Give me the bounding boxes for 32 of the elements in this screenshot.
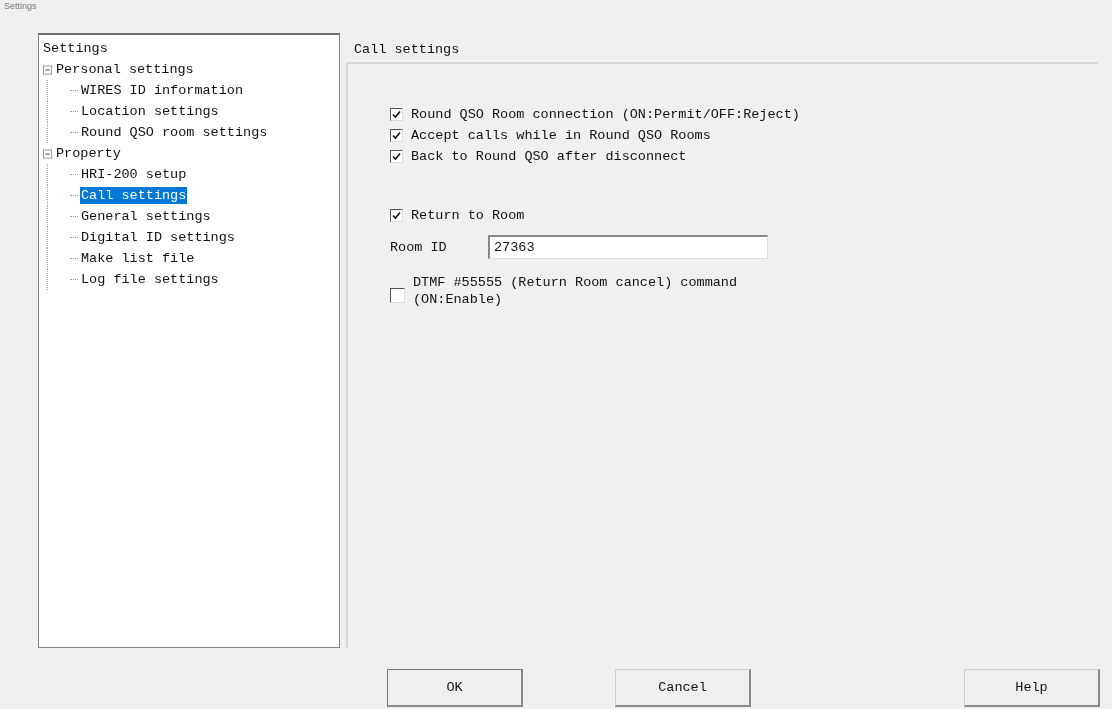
tree-item[interactable]: General settings: [80, 208, 212, 225]
room-id-field[interactable]: 27363: [488, 235, 768, 259]
checkbox[interactable]: [390, 150, 403, 163]
tree-item[interactable]: Location settings: [80, 103, 220, 120]
tree-item[interactable]: Property: [55, 145, 122, 162]
checkbox-label: Round QSO Room connection (ON:Permit/OFF:Reject): [411, 106, 800, 123]
window-title: Settings: [3, 0, 38, 12]
checkbox[interactable]: [390, 108, 403, 121]
dialog-button[interactable]: OK: [387, 669, 523, 707]
panel-title: Call settings: [353, 41, 461, 59]
tree-item[interactable]: HRI-200 setup: [80, 166, 188, 183]
tree-item[interactable]: WIRES ID information: [80, 82, 245, 99]
checkbox-label: Return to Room: [411, 207, 525, 224]
checkbox[interactable]: [390, 288, 405, 303]
collapse-icon[interactable]: [43, 148, 53, 159]
checkbox-label: DTMF #55555 (Return Room cancel) command: [413, 274, 738, 291]
checkbox[interactable]: [390, 129, 403, 142]
tree-item[interactable]: Settings: [42, 40, 109, 57]
field-label: Room ID: [390, 239, 448, 255]
tree-item[interactable]: Round QSO room settings: [80, 124, 269, 141]
tree-item[interactable]: Personal settings: [55, 61, 195, 78]
tree-item[interactable]: Digital ID settings: [80, 229, 236, 246]
dialog-button[interactable]: Help: [964, 669, 1100, 707]
tree-item[interactable]: Make list file: [80, 250, 196, 267]
collapse-icon[interactable]: [43, 64, 53, 75]
checkbox-label: Accept calls while in Round QSO Rooms: [411, 127, 711, 144]
dialog-button[interactable]: Cancel: [615, 669, 751, 707]
tree-item[interactable]: Log file settings: [80, 271, 220, 288]
checkbox-label: Back to Round QSO after disconnect: [411, 148, 687, 165]
checkbox[interactable]: [390, 209, 403, 222]
tree-item[interactable]: Call settings: [80, 187, 188, 204]
checkbox-label: (ON:Enable): [413, 291, 504, 308]
